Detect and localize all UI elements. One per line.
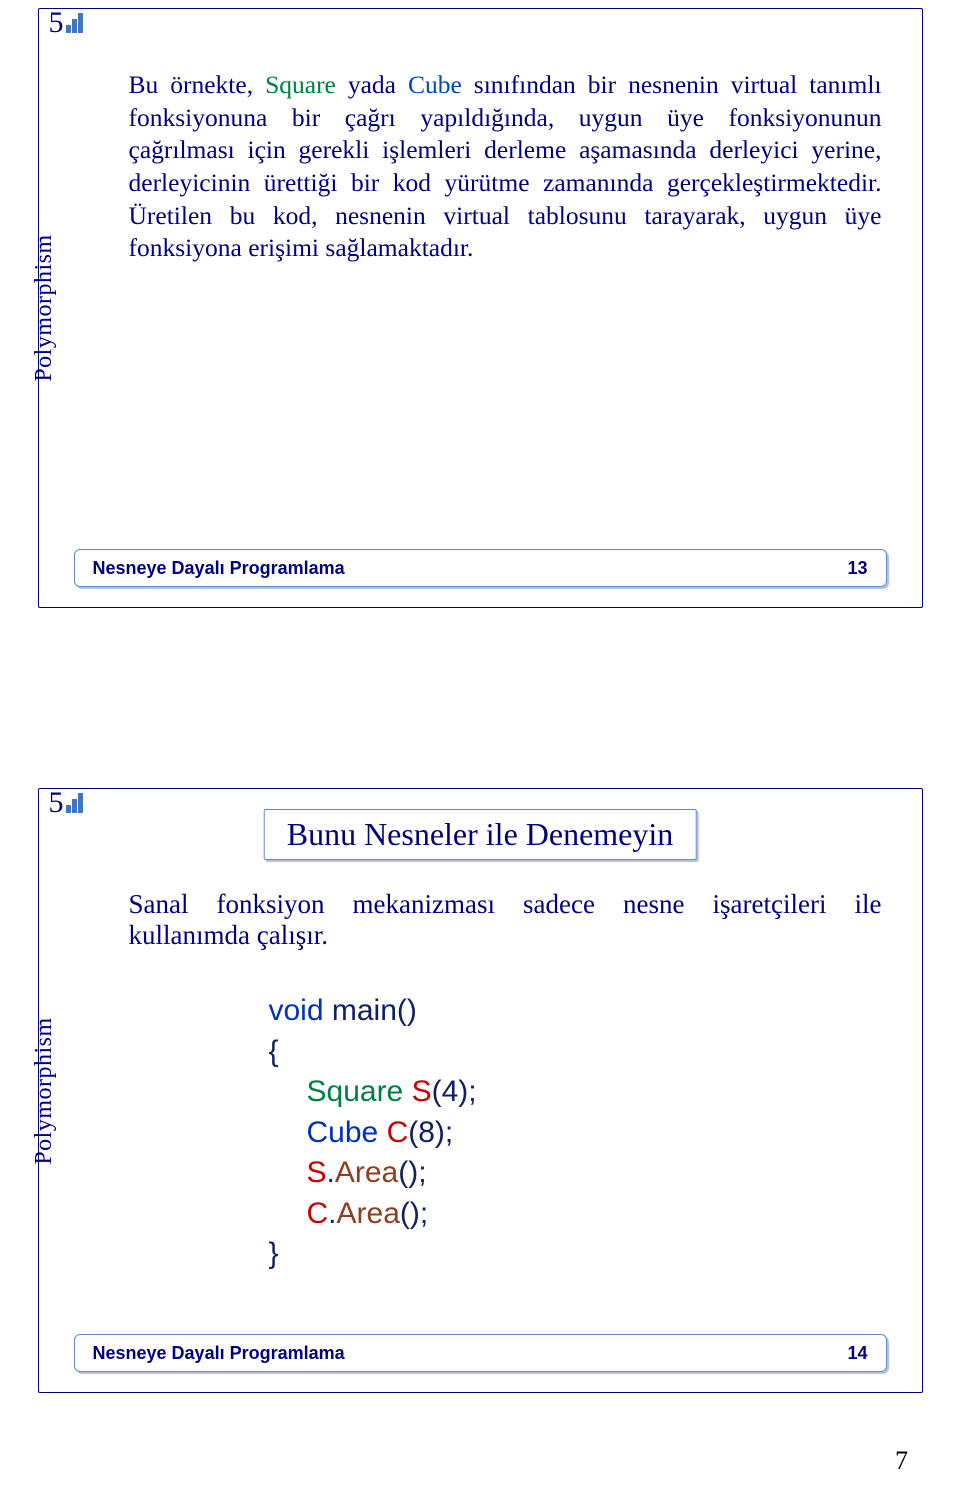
class-square: Square xyxy=(265,70,336,99)
code-line: Square S(4); xyxy=(307,1072,882,1113)
slide-content: Sanal fonksiyon mekanizması sadece nesne… xyxy=(129,889,882,1275)
slide-content: Bu örnekte, Square yada Cube sınıfından … xyxy=(129,69,882,265)
chapter-tag: 5 xyxy=(49,6,84,40)
bar-chart-icon xyxy=(66,13,84,33)
type-cube: Cube xyxy=(307,1116,387,1149)
body-paragraph: Bu örnekte, Square yada Cube sınıfından … xyxy=(129,69,882,265)
text-yada: yada xyxy=(336,70,408,99)
var-s: S xyxy=(307,1156,327,1189)
code-line: void main() xyxy=(269,991,882,1032)
fn-area: Area xyxy=(337,1197,400,1230)
code-line: } xyxy=(269,1234,882,1275)
page: 5 Polymorphism Bu örnekte, Square yada C… xyxy=(0,0,960,1498)
footer-page: 14 xyxy=(847,1343,867,1364)
sidebar-label: Polymorphism xyxy=(31,1017,58,1164)
fn-main: main() xyxy=(324,994,417,1027)
var-s: S xyxy=(412,1075,432,1108)
slide-title: Bunu Nesneler ile Denemeyin xyxy=(264,809,697,860)
var-c: C xyxy=(307,1197,329,1230)
kw-void: void xyxy=(269,994,324,1027)
footer-title: Nesneye Dayalı Programlama xyxy=(93,1343,345,1364)
class-cube: Cube xyxy=(408,70,462,99)
code-block: void main() { Square S(4); Cube C(8); S.… xyxy=(269,991,882,1275)
dot: . xyxy=(328,1197,336,1230)
slide-13: 5 Polymorphism Bu örnekte, Square yada C… xyxy=(38,8,923,608)
var-c: C xyxy=(387,1116,409,1149)
footer-title: Nesneye Dayalı Programlama xyxy=(93,558,345,579)
type-square: Square xyxy=(307,1075,412,1108)
code-line: { xyxy=(269,1032,882,1073)
code-line: S.Area(); xyxy=(307,1153,882,1194)
paren: (); xyxy=(398,1156,426,1189)
code-line: Cube C(8); xyxy=(307,1113,882,1154)
dot: . xyxy=(327,1156,335,1189)
code-line: C.Area(); xyxy=(307,1194,882,1235)
paren: (); xyxy=(400,1197,428,1230)
slide-footer: Nesneye Dayalı Programlama 13 xyxy=(74,549,887,587)
text-leadin: Bu örnekte, xyxy=(129,70,266,99)
warning-text: Sanal fonksiyon mekanizması sadece nesne… xyxy=(129,889,882,951)
sidebar-label: Polymorphism xyxy=(31,234,58,381)
arg: (4); xyxy=(432,1075,477,1108)
slide-14: 5 Polymorphism Bunu Nesneler ile Denemey… xyxy=(38,788,923,1393)
fn-area: Area xyxy=(335,1156,398,1189)
slide-footer: Nesneye Dayalı Programlama 14 xyxy=(74,1334,887,1372)
chapter-number: 5 xyxy=(49,6,64,40)
chapter-tag: 5 xyxy=(49,786,84,820)
footer-page: 13 xyxy=(847,558,867,579)
page-number: 7 xyxy=(895,1446,908,1476)
chapter-number: 5 xyxy=(49,786,64,820)
bar-chart-icon xyxy=(66,793,84,813)
arg: (8); xyxy=(408,1116,453,1149)
